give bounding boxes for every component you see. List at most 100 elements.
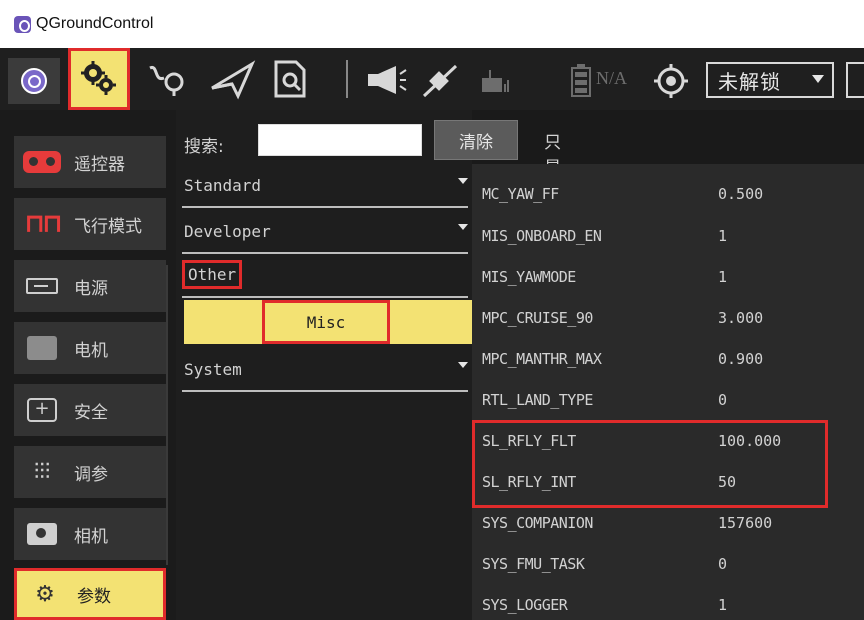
table-row[interactable]: SYS_LOGGER 1 bbox=[472, 585, 864, 620]
window-title: QGroundControl bbox=[36, 15, 154, 32]
table-row[interactable]: SL_RFLY_FLT 100.000 bbox=[472, 421, 864, 462]
sidebar-item-camera[interactable]: 相机 bbox=[14, 508, 166, 560]
chevron-down-icon bbox=[812, 75, 824, 83]
group-developer[interactable]: Developer bbox=[182, 214, 468, 254]
chevron-down-icon bbox=[458, 178, 468, 184]
sidebar-item-label: 相机 bbox=[74, 526, 108, 547]
fly-view-icon[interactable] bbox=[208, 60, 256, 100]
sidebar-item-tuning[interactable]: ⫶⫶⫶ 调参 bbox=[14, 446, 166, 498]
table-row[interactable]: SL_RFLY_INT 50 bbox=[472, 462, 864, 503]
table-row[interactable]: RTL_LAND_TYPE 0 bbox=[472, 380, 864, 421]
megaphone-icon[interactable] bbox=[364, 62, 408, 98]
clear-button[interactable]: 清除 bbox=[434, 120, 518, 160]
param-value: 0.900 bbox=[718, 350, 764, 368]
sidebar-item-label: 电机 bbox=[74, 340, 108, 361]
group-system[interactable]: System bbox=[182, 352, 468, 392]
table-row[interactable]: MIS_YAWMODE 1 bbox=[472, 257, 864, 298]
setup-sidebar: 遥控器 ⊓⊓ 飞行模式 电源 电机 + 安全 ⫶⫶⫶ 调参 相机 ⚙ 参数 bbox=[0, 110, 176, 620]
group-label: Other bbox=[188, 265, 237, 284]
parameter-table: MC_YAW_FF 0.500 MIS_ONBOARD_EN 1 MIS_YAW… bbox=[472, 168, 864, 620]
sidebar-item-label: 调参 bbox=[74, 464, 108, 485]
param-name: MC_YAW_FF bbox=[482, 185, 559, 203]
param-value: 0 bbox=[718, 391, 728, 409]
plan-view-icon[interactable] bbox=[146, 62, 188, 98]
rc-rssi-icon[interactable] bbox=[478, 68, 510, 96]
sidebar-item-label: 遥控器 bbox=[74, 154, 125, 175]
param-name: SL_RFLY_INT bbox=[482, 473, 576, 491]
sidebar-item-power[interactable]: 电源 bbox=[14, 260, 166, 312]
subgroup-misc-button[interactable]: Misc bbox=[262, 300, 390, 344]
sidebar-item-label: 参数 bbox=[77, 586, 111, 607]
qgc-app-icon bbox=[14, 16, 31, 33]
flight-mode-dropdown[interactable] bbox=[846, 62, 864, 98]
chevron-down-icon bbox=[458, 362, 468, 368]
sidebar-item-safety[interactable]: + 安全 bbox=[14, 384, 166, 436]
battery-status-icon[interactable] bbox=[568, 62, 594, 98]
param-name: MPC_CRUISE_90 bbox=[482, 309, 593, 327]
param-name: SYS_FMU_TASK bbox=[482, 555, 585, 573]
param-name: SYS_COMPANION bbox=[482, 514, 593, 532]
table-row[interactable]: SYS_COMPANION 157600 bbox=[472, 503, 864, 544]
battery-icon bbox=[26, 278, 58, 294]
qgc-logo-button[interactable] bbox=[8, 58, 60, 104]
param-name: SYS_LOGGER bbox=[482, 596, 568, 614]
arm-status-dropdown[interactable]: 未解锁 bbox=[706, 62, 834, 98]
search-label: 搜索: bbox=[184, 137, 224, 157]
group-other[interactable]: Other bbox=[182, 258, 468, 298]
sidebar-divider bbox=[166, 265, 168, 565]
parameter-groups-panel: 搜索: 清除 只显示修改 Standard Developer Other Mi… bbox=[176, 110, 561, 620]
sidebar-item-motors[interactable]: 电机 bbox=[14, 322, 166, 374]
table-row[interactable]: MPC_MANTHR_MAX 0.900 bbox=[472, 339, 864, 380]
arm-status-label: 未解锁 bbox=[718, 69, 781, 94]
sidebar-item-flight-modes[interactable]: ⊓⊓ 飞行模式 bbox=[14, 198, 166, 250]
table-row[interactable]: MIS_ONBOARD_EN 1 bbox=[472, 216, 864, 257]
toolbar-separator bbox=[346, 60, 348, 98]
gears-icon bbox=[81, 61, 116, 95]
param-name: MPC_MANTHR_MAX bbox=[482, 350, 602, 368]
camera-icon bbox=[27, 523, 57, 545]
table-row[interactable]: MC_YAW_FF 0.500 bbox=[472, 174, 864, 215]
param-value: 0.500 bbox=[718, 185, 764, 203]
sidebar-item-label: 飞行模式 bbox=[74, 216, 142, 237]
param-value: 1 bbox=[718, 268, 728, 286]
sidebar-item-parameters[interactable]: ⚙ 参数 bbox=[14, 568, 166, 620]
param-name: SL_RFLY_FLT bbox=[482, 432, 576, 450]
parameters-icon: ⚙ bbox=[35, 581, 55, 607]
param-value: 50 bbox=[718, 473, 737, 491]
param-value: 1 bbox=[718, 227, 728, 245]
main-content: 遥控器 ⊓⊓ 飞行模式 电源 电机 + 安全 ⫶⫶⫶ 调参 相机 ⚙ 参数 搜索… bbox=[0, 110, 864, 620]
gimbal-target-icon[interactable] bbox=[654, 64, 688, 98]
gps-satellite-icon[interactable] bbox=[420, 62, 460, 100]
search-input[interactable] bbox=[258, 124, 422, 156]
table-row[interactable]: MPC_CRUISE_90 3.000 bbox=[472, 298, 864, 339]
sidebar-item-label: 安全 bbox=[74, 402, 108, 423]
safety-icon: + bbox=[27, 398, 57, 422]
param-name: MIS_ONBOARD_EN bbox=[482, 227, 602, 245]
vehicle-setup-button[interactable] bbox=[68, 48, 130, 110]
qgc-logo-icon bbox=[21, 68, 47, 94]
param-name: MIS_YAWMODE bbox=[482, 268, 576, 286]
param-value: 1 bbox=[718, 596, 728, 614]
table-row[interactable]: SYS_FMU_TASK 0 bbox=[472, 544, 864, 585]
motor-icon bbox=[27, 336, 57, 360]
param-value: 0 bbox=[718, 555, 728, 573]
sidebar-item-label: 电源 bbox=[74, 278, 108, 299]
title-bar: QGroundControl bbox=[0, 0, 864, 48]
param-value: 100.000 bbox=[718, 432, 782, 450]
chevron-down-icon bbox=[458, 224, 468, 230]
other-highlight-box: Other bbox=[182, 260, 243, 289]
group-label: Developer bbox=[184, 222, 271, 241]
flight-modes-icon: ⊓⊓ bbox=[24, 209, 62, 239]
tuning-icon: ⫶⫶⫶ bbox=[33, 459, 51, 485]
param-value: 3.000 bbox=[718, 309, 764, 327]
battery-na-text: N/A bbox=[596, 68, 627, 88]
sidebar-item-radio[interactable]: 遥控器 bbox=[14, 136, 166, 188]
group-standard[interactable]: Standard bbox=[182, 168, 468, 208]
main-toolbar: N/A 未解锁 bbox=[0, 48, 864, 110]
analyze-view-icon[interactable] bbox=[270, 58, 314, 100]
group-label: Standard bbox=[184, 176, 262, 195]
param-name: RTL_LAND_TYPE bbox=[482, 391, 593, 409]
remote-control-icon bbox=[23, 151, 61, 173]
group-label: System bbox=[184, 360, 242, 379]
param-value: 157600 bbox=[718, 514, 773, 532]
